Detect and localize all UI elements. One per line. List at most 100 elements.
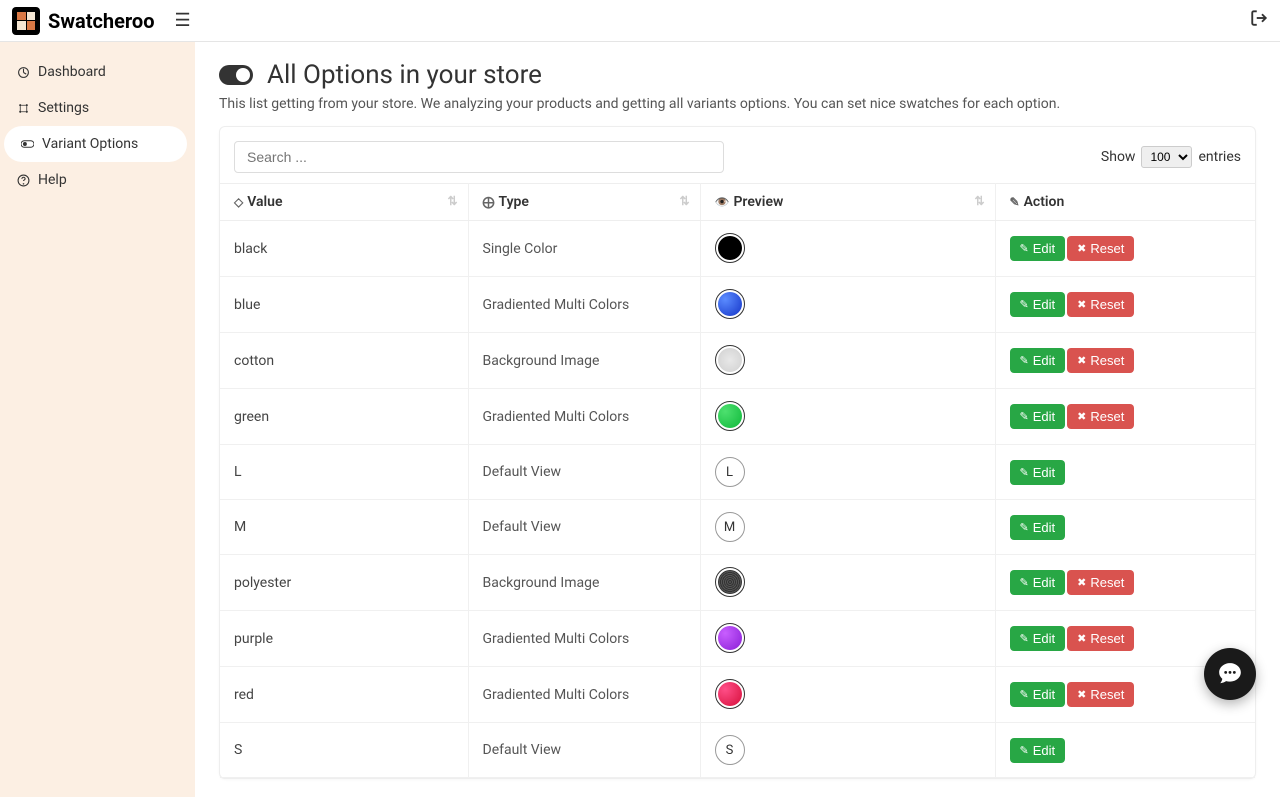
edit-button[interactable]: ✎ Edit — [1010, 570, 1066, 595]
reset-button[interactable]: ✖ Reset — [1067, 404, 1134, 429]
close-icon: ✖ — [1077, 298, 1086, 311]
chat-bubble[interactable] — [1204, 648, 1256, 700]
cell-type: Gradiented Multi Colors — [468, 389, 700, 445]
edit-button[interactable]: ✎ Edit — [1010, 682, 1066, 707]
help-icon — [16, 174, 30, 187]
target-icon: ⨁ — [483, 195, 495, 209]
reset-button[interactable]: ✖ Reset — [1067, 292, 1134, 317]
toggle-icon — [20, 139, 34, 149]
options-card: Show 100 entries ◇Value ⇅ ⨁Type — [219, 126, 1256, 779]
cell-action: ✎ Edit✖ Reset — [995, 221, 1255, 277]
show-entries: Show 100 entries — [1101, 146, 1241, 168]
reset-button[interactable]: ✖ Reset — [1067, 682, 1134, 707]
chat-icon — [1217, 661, 1243, 687]
cell-action: ✎ Edit✖ Reset — [995, 333, 1255, 389]
cell-action: ✎ Edit — [995, 500, 1255, 555]
cell-preview: M — [700, 500, 995, 555]
header-preview[interactable]: 👁️Preview ⇅ — [700, 184, 995, 221]
sidebar-item-label: Settings — [38, 100, 89, 116]
logo[interactable]: Swatcheroo — [12, 7, 155, 35]
cell-preview — [700, 611, 995, 667]
page-header: All Options in your store This list gett… — [219, 60, 1256, 112]
logout-icon[interactable] — [1250, 9, 1268, 32]
page-toggle[interactable] — [219, 65, 253, 85]
cell-value: black — [220, 221, 468, 277]
cell-preview: L — [700, 445, 995, 500]
table-row: LDefault ViewL✎ Edit — [220, 445, 1255, 500]
edit-pencil-icon: ✎ — [1020, 744, 1029, 757]
cell-value: M — [220, 500, 468, 555]
header-type[interactable]: ⨁Type ⇅ — [468, 184, 700, 221]
app-name: Swatcheroo — [48, 9, 155, 33]
close-icon: ✖ — [1077, 632, 1086, 645]
cell-value: S — [220, 723, 468, 778]
sort-icon: ⇅ — [974, 194, 984, 208]
swatch-preview — [715, 233, 745, 263]
edit-button[interactable]: ✎ Edit — [1010, 738, 1066, 763]
cell-value: red — [220, 667, 468, 723]
reset-button[interactable]: ✖ Reset — [1067, 348, 1134, 373]
sort-icon: ⇅ — [447, 194, 457, 208]
entries-select[interactable]: 100 — [1141, 146, 1192, 168]
swatch-preview — [715, 679, 745, 709]
cell-action: ✎ Edit — [995, 445, 1255, 500]
cell-preview — [700, 667, 995, 723]
header-action: ✎Action — [995, 184, 1255, 221]
hamburger-icon[interactable]: ☰ — [175, 10, 191, 31]
swatch-preview — [715, 345, 745, 375]
reset-button[interactable]: ✖ Reset — [1067, 570, 1134, 595]
cell-value: purple — [220, 611, 468, 667]
cell-type: Background Image — [468, 333, 700, 389]
sidebar-item-label: Help — [38, 172, 67, 188]
table-row: blackSingle Color ✎ Edit✖ Reset — [220, 221, 1255, 277]
cell-value: L — [220, 445, 468, 500]
main-content: All Options in your store This list gett… — [195, 42, 1280, 797]
cell-preview — [700, 221, 995, 277]
edit-button[interactable]: ✎ Edit — [1010, 460, 1066, 485]
cell-type: Gradiented Multi Colors — [468, 277, 700, 333]
edit-pencil-icon: ✎ — [1020, 242, 1029, 255]
sidebar-item-help[interactable]: Help — [0, 162, 195, 198]
table-row: MDefault ViewM✎ Edit — [220, 500, 1255, 555]
edit-pencil-icon: ✎ — [1020, 298, 1029, 311]
reset-button[interactable]: ✖ Reset — [1067, 236, 1134, 261]
logo-icon — [12, 7, 40, 35]
sidebar-item-label: Dashboard — [38, 64, 106, 80]
table-row: SDefault ViewS✎ Edit — [220, 723, 1255, 778]
table-row: cottonBackground Image✎ Edit✖ Reset — [220, 333, 1255, 389]
edit-icon: ✎ — [1010, 195, 1020, 209]
edit-pencil-icon: ✎ — [1020, 688, 1029, 701]
cell-value: polyester — [220, 555, 468, 611]
sidebar-item-variant-options[interactable]: Variant Options — [4, 126, 187, 162]
swatch-preview — [715, 567, 745, 597]
edit-button[interactable]: ✎ Edit — [1010, 292, 1066, 317]
sidebar-item-dashboard[interactable]: Dashboard — [0, 54, 195, 90]
reset-button[interactable]: ✖ Reset — [1067, 626, 1134, 651]
entries-label: entries — [1198, 149, 1241, 165]
edit-button[interactable]: ✎ Edit — [1010, 348, 1066, 373]
topbar-left: Swatcheroo ☰ — [12, 7, 191, 35]
header-value[interactable]: ◇Value ⇅ — [220, 184, 468, 221]
cell-action: ✎ Edit — [995, 723, 1255, 778]
table-row: redGradiented Multi Colors✎ Edit✖ Reset — [220, 667, 1255, 723]
edit-button[interactable]: ✎ Edit — [1010, 236, 1066, 261]
cell-preview — [700, 555, 995, 611]
edit-pencil-icon: ✎ — [1020, 410, 1029, 423]
edit-pencil-icon: ✎ — [1020, 354, 1029, 367]
search-input[interactable] — [234, 141, 724, 173]
swatch-text-preview: M — [715, 512, 745, 542]
cell-value: blue — [220, 277, 468, 333]
edit-button[interactable]: ✎ Edit — [1010, 515, 1066, 540]
close-icon: ✖ — [1077, 242, 1086, 255]
edit-button[interactable]: ✎ Edit — [1010, 404, 1066, 429]
edit-button[interactable]: ✎ Edit — [1010, 626, 1066, 651]
diamond-icon: ◇ — [234, 195, 243, 209]
cell-value: green — [220, 389, 468, 445]
cell-type: Single Color — [468, 221, 700, 277]
cell-type: Background Image — [468, 555, 700, 611]
sidebar-item-settings[interactable]: Settings — [0, 90, 195, 126]
topbar: Swatcheroo ☰ — [0, 0, 1280, 42]
cell-type: Default View — [468, 500, 700, 555]
show-label: Show — [1101, 149, 1136, 165]
cell-type: Gradiented Multi Colors — [468, 611, 700, 667]
